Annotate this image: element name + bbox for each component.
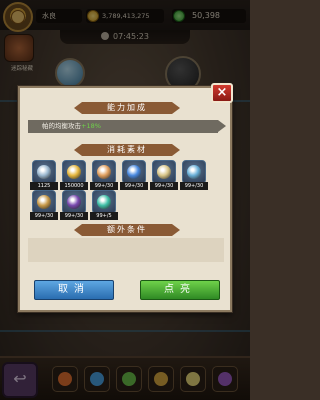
- material-icon: [187, 165, 201, 179]
- material-icon: [67, 165, 81, 179]
- material-slot[interactable]: [92, 190, 116, 214]
- material-count: 99+/30: [90, 182, 118, 190]
- extra-conditions-header: 额外条件: [74, 224, 180, 236]
- material-icon: [127, 165, 141, 179]
- material-slot[interactable]: [122, 160, 146, 184]
- material-count: 99+/30: [60, 212, 88, 220]
- material-slot[interactable]: [182, 160, 206, 184]
- material-slot[interactable]: [32, 190, 56, 214]
- material-slot[interactable]: [32, 160, 56, 184]
- materials-header: 消耗素材: [74, 144, 180, 156]
- material-slot[interactable]: [152, 160, 176, 184]
- material-count: 99+/5: [90, 212, 118, 220]
- light-up-button[interactable]: 点亮: [140, 280, 220, 300]
- material-icon: [37, 165, 51, 179]
- material-count: 99+/30: [120, 182, 148, 190]
- material-icon: [67, 195, 81, 209]
- material-icon: [97, 165, 111, 179]
- material-count: 99+/30: [150, 182, 178, 190]
- material-slot[interactable]: [62, 190, 86, 214]
- stat-bonus-row: 帕的均衡攻击+18%: [28, 120, 226, 133]
- material-icon: [97, 195, 111, 209]
- material-count: 150000: [60, 182, 88, 190]
- material-slot[interactable]: [92, 160, 116, 184]
- close-icon: ×: [216, 85, 228, 100]
- materials-grid: 1125 150000 99+/30 99+/30 99+/30 99+/30 99+/30…: [28, 160, 224, 220]
- material-count: 99+/30: [30, 212, 58, 220]
- stat-bonus-label: 帕的均衡攻击: [42, 122, 81, 130]
- material-count: 1125: [30, 182, 58, 190]
- ability-modal: 能力加成 帕的均衡攻击+18% 消耗素材 1125 150000 99+/30 99+…: [18, 86, 232, 312]
- ability-bonus-header: 能力加成: [74, 102, 180, 114]
- material-icon: [157, 165, 171, 179]
- material-icon: [37, 195, 51, 209]
- extra-conditions-panel: [28, 238, 224, 262]
- material-count: 99+/30: [180, 182, 208, 190]
- material-slot[interactable]: [62, 160, 86, 184]
- close-button[interactable]: ×: [211, 83, 233, 103]
- cancel-button[interactable]: 取消: [34, 280, 114, 300]
- stat-bonus-value: +18%: [81, 122, 101, 130]
